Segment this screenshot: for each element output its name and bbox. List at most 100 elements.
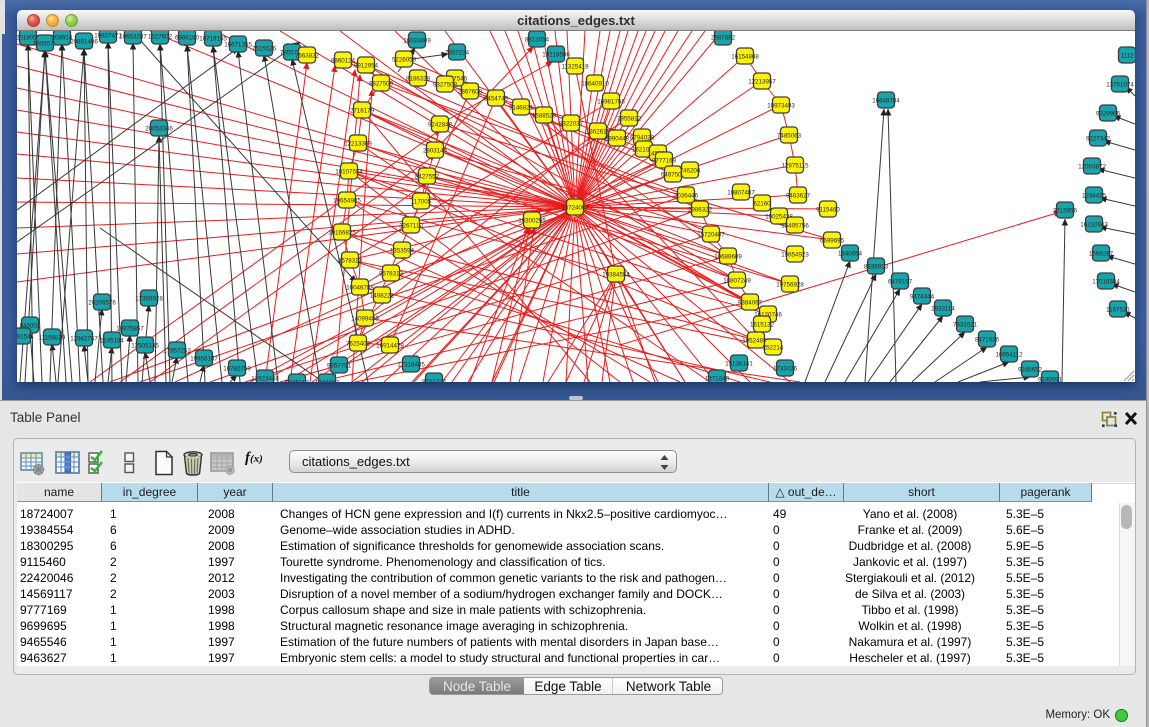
svg-text:19218506: 19218506 — [542, 51, 570, 58]
svg-text:9242848: 9242848 — [428, 121, 453, 128]
svg-text:18807249: 18807249 — [723, 277, 751, 284]
svg-text:10688609: 10688609 — [714, 253, 742, 260]
svg-text:10653287: 10653287 — [119, 33, 147, 40]
svg-text:18640910: 18640910 — [581, 80, 609, 87]
svg-text:12923448: 12923448 — [251, 375, 279, 382]
svg-text:10973493: 10973493 — [767, 102, 795, 109]
svg-text:1615132: 1615132 — [750, 321, 775, 328]
svg-text:8471636: 8471636 — [975, 336, 1000, 343]
svg-text:18724007: 18724007 — [561, 204, 589, 211]
svg-text:1733426: 1733426 — [773, 365, 798, 372]
svg-text:16210943: 16210943 — [1080, 221, 1108, 228]
svg-text:1640954: 1640954 — [838, 250, 863, 257]
svg-text:9146821: 9146821 — [509, 104, 534, 111]
svg-text:9474444: 9474444 — [910, 293, 935, 300]
svg-text:8813054: 8813054 — [525, 36, 550, 43]
svg-text:17359928: 17359928 — [135, 295, 163, 302]
svg-text:8322037: 8322037 — [559, 120, 584, 127]
svg-text:17016504: 17016504 — [1092, 278, 1120, 285]
svg-text:10107554: 10107554 — [335, 168, 363, 175]
svg-text:6966160: 6966160 — [175, 34, 200, 41]
svg-text:8454749: 8454749 — [484, 95, 509, 102]
svg-text:1362615: 1362615 — [586, 128, 611, 135]
svg-text:1527602: 1527602 — [148, 33, 173, 40]
svg-text:2986322: 2986322 — [688, 206, 713, 213]
svg-text:1167531: 1167531 — [1106, 306, 1130, 313]
svg-text:19166825: 19166825 — [328, 229, 356, 236]
svg-text:9329966: 9329966 — [1096, 110, 1121, 117]
svg-text:1588520: 1588520 — [532, 112, 557, 119]
svg-text:10719155: 10719155 — [199, 35, 227, 42]
svg-text:19756928: 19756928 — [776, 281, 804, 288]
svg-text:3267110: 3267110 — [399, 222, 423, 229]
svg-text:1371648: 1371648 — [705, 375, 730, 382]
svg-text:16782759: 16782759 — [223, 365, 251, 372]
svg-text:8427552: 8427552 — [415, 173, 440, 180]
svg-text:17316485: 17316485 — [397, 361, 425, 368]
svg-text:17957253: 17957253 — [163, 347, 191, 354]
svg-text:8990448: 8990448 — [605, 135, 630, 142]
svg-text:746206: 746206 — [680, 167, 701, 174]
svg-text:1145194: 1145194 — [100, 337, 124, 344]
svg-text:15136141: 15136141 — [725, 360, 753, 367]
svg-text:9327508: 9327508 — [433, 81, 458, 88]
svg-text:9245652: 9245652 — [1018, 366, 1043, 373]
svg-text:1353594: 1353594 — [390, 247, 415, 254]
svg-text:2036446: 2036446 — [674, 192, 699, 199]
svg-text:2803144: 2803144 — [423, 147, 448, 154]
svg-text:13751074: 13751074 — [1106, 81, 1134, 88]
svg-text:7515526: 7515526 — [252, 45, 277, 52]
svg-text:7857224: 7857224 — [445, 49, 470, 56]
svg-text:20891406: 20891406 — [70, 38, 98, 45]
svg-text:8731224: 8731224 — [422, 378, 447, 382]
svg-text:14099489: 14099489 — [351, 315, 379, 322]
svg-text:8912954: 8912954 — [354, 62, 379, 69]
svg-text:16671355: 16671355 — [224, 41, 252, 48]
svg-text:12505135: 12505135 — [131, 342, 159, 349]
svg-text:8186328: 8186328 — [406, 75, 431, 82]
svg-text:2933114: 2933114 — [931, 305, 955, 312]
svg-text:15495756: 15495756 — [781, 222, 809, 229]
svg-text:16033809: 16033809 — [403, 37, 431, 44]
svg-text:15720407: 15720407 — [697, 231, 725, 238]
svg-text:7955812: 7955812 — [617, 115, 642, 122]
svg-text:10807487: 10807487 — [727, 189, 755, 196]
svg-text:1244415: 1244415 — [1082, 192, 1107, 199]
svg-text:12213957: 12213957 — [748, 78, 776, 85]
svg-text:3215956: 3215956 — [1053, 207, 1078, 214]
svg-text:19975857: 19975857 — [116, 325, 144, 332]
svg-text:12975115: 12975115 — [781, 162, 809, 169]
svg-text:8578313: 8578313 — [379, 270, 404, 277]
svg-text:9827509: 9827509 — [369, 80, 394, 87]
svg-text:19384554: 19384554 — [602, 271, 630, 278]
svg-text:8578313: 8578313 — [338, 257, 363, 264]
svg-text:2687682: 2687682 — [711, 34, 736, 41]
svg-text:1244987: 1244987 — [315, 379, 340, 382]
svg-text:9463627: 9463627 — [786, 192, 811, 199]
svg-text:9115460: 9115460 — [816, 206, 840, 213]
svg-text:11325419: 11325419 — [561, 63, 589, 70]
svg-text:10654112: 10654112 — [995, 351, 1023, 358]
svg-text:9777169: 9777169 — [652, 157, 677, 164]
svg-text:12942757: 12942757 — [70, 335, 98, 342]
svg-text:6794028: 6794028 — [630, 134, 655, 141]
svg-text:19837471: 19837471 — [94, 32, 122, 39]
svg-text:8938913: 8938913 — [864, 263, 889, 270]
svg-text:20053346: 20053346 — [145, 125, 173, 132]
svg-text:1569297: 1569297 — [1089, 250, 1114, 257]
svg-text:7632621: 7632621 — [953, 321, 978, 328]
svg-text:12093872: 12093872 — [1078, 163, 1106, 170]
svg-text:7625402: 7625402 — [346, 340, 371, 347]
svg-text:2718179: 2718179 — [350, 107, 375, 114]
svg-text:9227342: 9227342 — [1086, 135, 1111, 142]
svg-text:16914479: 16914479 — [376, 342, 404, 349]
svg-text:20206576: 20206576 — [88, 299, 116, 306]
svg-text:19958187: 19958187 — [190, 355, 218, 362]
svg-text:7663822: 7663822 — [295, 52, 320, 59]
svg-text:6479197: 6479197 — [888, 278, 913, 285]
svg-text:16961758: 16961758 — [597, 98, 625, 105]
svg-text:11156829: 11156829 — [39, 334, 66, 341]
svg-text:9245119: 9245119 — [285, 379, 309, 382]
svg-text:16154808: 16154808 — [731, 53, 759, 60]
svg-text:117005: 117005 — [411, 198, 432, 205]
